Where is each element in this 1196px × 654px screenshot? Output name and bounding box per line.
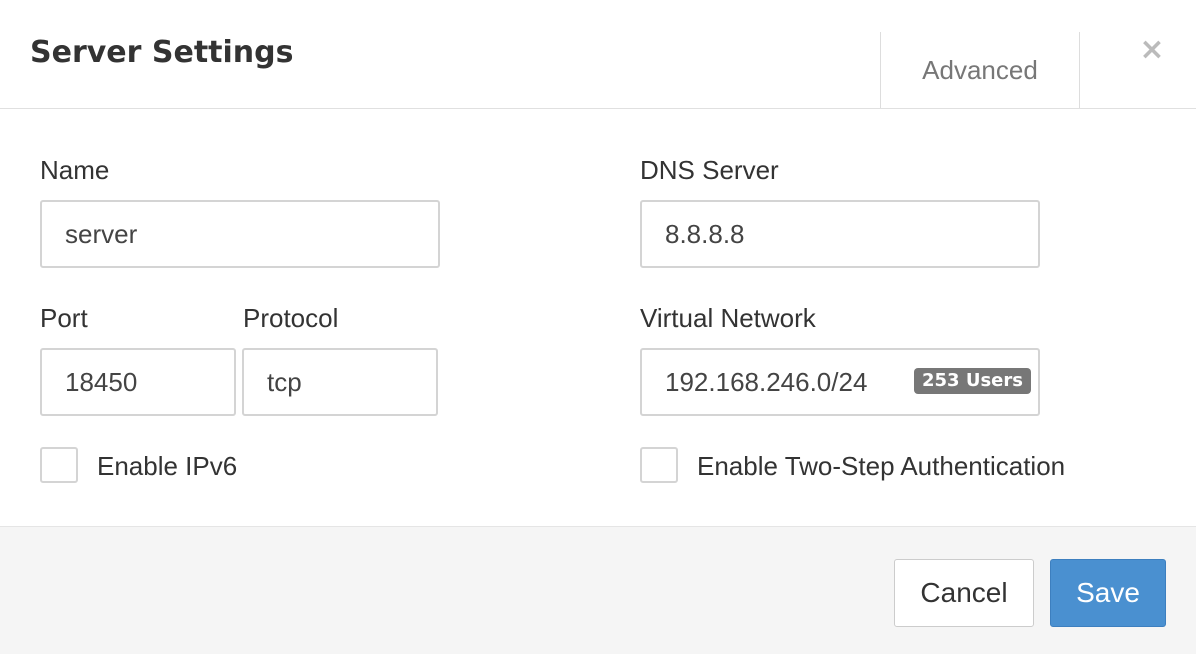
close-icon: × [1139,32,1165,67]
cancel-button[interactable]: Cancel [894,559,1034,627]
dns-server-input[interactable] [640,200,1040,268]
users-count-badge: 253 Users [914,368,1031,394]
virtual-network-input[interactable] [642,350,912,414]
dns-server-label: DNS Server [640,155,779,185]
enable-ipv6-label[interactable]: Enable IPv6 [97,450,237,482]
dialog-header: Server Settings Advanced × [0,0,1196,109]
protocol-input[interactable] [242,348,438,416]
dialog-title: Server Settings [30,35,294,70]
name-input[interactable] [40,200,440,268]
port-label: Port [40,303,88,333]
name-label: Name [40,155,110,185]
save-button[interactable]: Save [1050,559,1166,627]
enable-two-step-checkbox[interactable] [640,447,678,483]
close-button[interactable]: × [1130,30,1174,70]
port-input[interactable] [40,348,236,416]
virtual-network-label: Virtual Network [640,303,816,333]
enable-two-step-label[interactable]: Enable Two-Step Authentication [697,450,1065,482]
enable-ipv6-checkbox[interactable] [40,447,78,483]
virtual-network-field: 253 Users [640,348,1040,416]
protocol-label: Protocol [243,303,339,333]
dialog-footer: Cancel Save [0,526,1196,654]
advanced-tab[interactable]: Advanced [880,32,1080,108]
